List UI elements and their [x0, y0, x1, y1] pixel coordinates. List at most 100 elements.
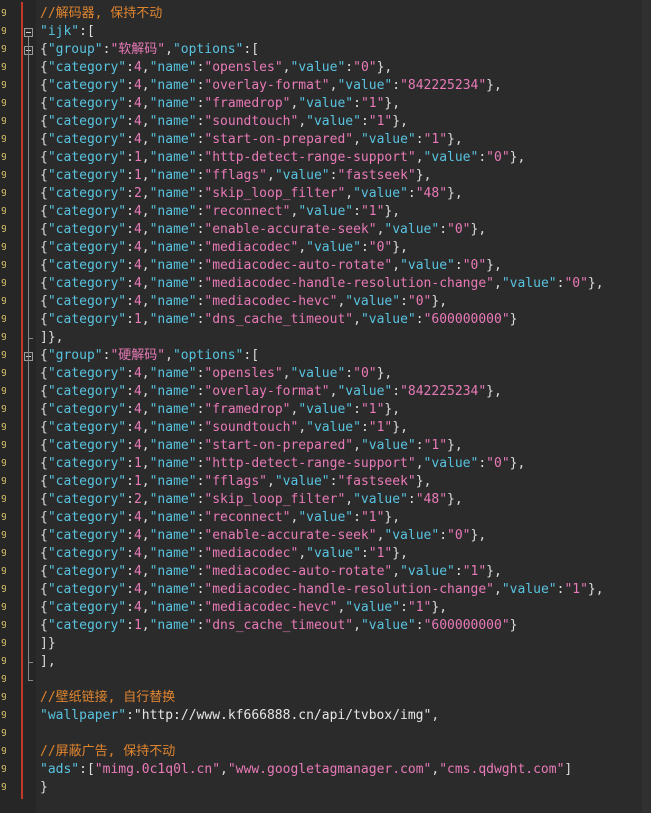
- code-line[interactable]: "ijk":[: [40, 23, 95, 41]
- code-line[interactable]: {"category":2,"name":"skip_loop_filter",…: [40, 185, 463, 203]
- code-line[interactable]: {"category":4,"name":"enable-accurate-se…: [40, 221, 486, 239]
- code-line[interactable]: }: [40, 779, 48, 797]
- code-line[interactable]: {"category":4,"name":"opensles","value":…: [40, 59, 392, 77]
- code-line[interactable]: {"category":1,"name":"fflags","value":"f…: [40, 473, 431, 491]
- code-token-punct: :: [126, 582, 134, 597]
- code-line[interactable]: {"category":1,"name":"http-detect-range-…: [40, 455, 525, 473]
- code-token-string: "fastseek": [337, 474, 416, 489]
- code-line[interactable]: ],: [40, 653, 56, 671]
- code-token-punct: :: [360, 546, 369, 561]
- code-line[interactable]: {"category":4,"name":"start-on-prepared"…: [40, 131, 463, 149]
- code-token-punct: {: [40, 114, 48, 129]
- code-token-number: 4: [133, 240, 142, 255]
- code-token-punct: {: [40, 600, 48, 615]
- code-token-punct: {: [40, 420, 48, 435]
- code-line[interactable]: //屏蔽广告, 保持不动: [40, 743, 175, 761]
- code-token-punct: :: [126, 96, 134, 111]
- code-line[interactable]: {"category":1,"name":"dns_cache_timeout"…: [40, 617, 517, 635]
- code-line[interactable]: {"category":4,"name":"start-on-prepared"…: [40, 437, 463, 455]
- code-line[interactable]: "wallpaper":"http://www.kf666888.cn/api/…: [40, 707, 439, 725]
- code-token-punct: ,: [298, 546, 307, 561]
- code-token-key: "value": [384, 528, 440, 543]
- code-token-punct: ,: [141, 96, 150, 111]
- code-token-string: "0": [447, 222, 471, 237]
- code-line[interactable]: "ads":["mimg.0c1q0l.cn","www.googletagma…: [40, 761, 572, 779]
- code-line[interactable]: {"category":4,"name":"soundtouch","value…: [40, 113, 408, 131]
- code-token-comment: //壁纸链接, 自行替换: [40, 690, 176, 705]
- code-line[interactable]: {"category":1,"name":"http-detect-range-…: [40, 149, 525, 167]
- code-token-punct: ,: [220, 762, 228, 777]
- code-line[interactable]: //解码器, 保持不动: [40, 5, 162, 23]
- code-token-punct: },: [431, 294, 448, 309]
- code-token-key: "ads": [40, 762, 80, 777]
- code-line[interactable]: {"category":4,"name":"overlay-format","v…: [40, 383, 502, 401]
- code-line[interactable]: //壁纸链接, 自行替换: [40, 689, 175, 707]
- code-line[interactable]: {"category":4,"name":"mediacodec","value…: [40, 239, 408, 257]
- code-token-punct: :: [407, 186, 416, 201]
- code-token-punct: {: [40, 528, 48, 543]
- code-line[interactable]: {"category":4,"name":"mediacodec-handle-…: [40, 275, 604, 293]
- code-token-string: "1": [360, 204, 385, 219]
- code-token-number: 4: [133, 204, 142, 219]
- code-token-string: "soundtouch": [204, 114, 299, 129]
- code-token-punct: },: [376, 60, 393, 75]
- code-token-string: "reconnect": [204, 510, 291, 525]
- code-line[interactable]: {"category":1,"name":"fflags","value":"f…: [40, 167, 431, 185]
- code-line[interactable]: {"category":4,"name":"reconnect","value"…: [40, 509, 400, 527]
- code-token-key: "category": [47, 186, 127, 201]
- code-token-punct: :: [454, 258, 463, 273]
- code-line[interactable]: {"category":4,"name":"opensles","value":…: [40, 365, 392, 383]
- code-token-punct: },: [392, 420, 408, 435]
- code-line[interactable]: {"category":4,"name":"mediacodec-auto-ro…: [40, 257, 502, 275]
- code-token-string: "600000000": [423, 618, 510, 633]
- code-line[interactable]: {"category":4,"name":"framedrop","value"…: [40, 95, 400, 113]
- code-line[interactable]: {"category":4,"name":"soundtouch","value…: [40, 419, 408, 437]
- code-token-punct: ,: [298, 114, 307, 129]
- code-line[interactable]: {"category":2,"name":"skip_loop_filter",…: [40, 491, 463, 509]
- code-line[interactable]: {"category":4,"name":"mediacodec-handle-…: [40, 581, 604, 599]
- fold-minus-icon[interactable]: [24, 28, 33, 37]
- code-line[interactable]: ]}: [40, 635, 56, 653]
- code-token-number: 4: [133, 438, 142, 453]
- code-token-string: "842225234": [400, 78, 487, 93]
- code-token-punct: :[: [243, 348, 260, 363]
- code-line[interactable]: {"category":4,"name":"mediacodec","value…: [40, 545, 408, 563]
- code-line[interactable]: {"category":4,"name":"mediacodec-auto-ro…: [40, 563, 502, 581]
- code-token-punct: :: [126, 492, 134, 507]
- code-line[interactable]: {"category":4,"name":"enable-accurate-se…: [40, 527, 486, 545]
- code-token-punct: ,: [141, 204, 150, 219]
- code-token-string: "www.googletagmanager.com": [227, 762, 432, 777]
- code-token-key: "name": [149, 528, 197, 543]
- code-token-punct: {: [40, 168, 48, 183]
- code-token-string: "mediacodec-handle-resolution-change": [204, 582, 494, 597]
- code-editor[interactable]: 9999999999999999999999999999999999999999…: [0, 0, 651, 813]
- code-token-string: "start-on-prepared": [204, 438, 354, 453]
- code-area[interactable]: //解码器, 保持不动 "ijk":[{"group":"软解码","option…: [0, 0, 642, 813]
- code-token-punct: :: [126, 708, 134, 723]
- code-line[interactable]: {"category":4,"name":"overlay-format","v…: [40, 77, 502, 95]
- code-token-key: "name": [149, 366, 197, 381]
- fold-end-marker: [28, 338, 33, 339]
- code-token-plain: "http://www.kf666888.cn/api/tvbox/img": [133, 708, 432, 723]
- code-token-string: "http-detect-range-support": [204, 150, 416, 165]
- code-line[interactable]: {"category":4,"name":"mediacodec-hevc","…: [40, 293, 447, 311]
- code-line[interactable]: {"group":"硬解码","options":[: [40, 347, 259, 365]
- code-token-punct: },: [431, 600, 448, 615]
- code-token-key: "name": [149, 510, 197, 525]
- code-token-punct: ,: [282, 366, 291, 381]
- code-token-punct: },: [486, 78, 502, 93]
- code-token-punct: :: [126, 618, 134, 633]
- code-line[interactable]: {"group":"软解码","options":[: [40, 41, 259, 59]
- code-token-punct: },: [470, 222, 487, 237]
- code-token-punct: :: [126, 276, 134, 291]
- vertical-scrollbar[interactable]: [642, 0, 651, 813]
- code-token-key: "ijk": [40, 24, 80, 39]
- code-token-key: "name": [149, 438, 197, 453]
- code-line[interactable]: {"category":4,"name":"reconnect","value"…: [40, 203, 400, 221]
- code-line[interactable]: {"category":4,"name":"framedrop","value"…: [40, 401, 400, 419]
- code-line[interactable]: ]},: [40, 329, 63, 347]
- code-line[interactable]: {"category":4,"name":"mediacodec-hevc","…: [40, 599, 447, 617]
- code-line[interactable]: {"category":1,"name":"dns_cache_timeout"…: [40, 311, 517, 329]
- code-token-punct: ,: [141, 618, 150, 633]
- code-token-key: "value": [360, 132, 416, 147]
